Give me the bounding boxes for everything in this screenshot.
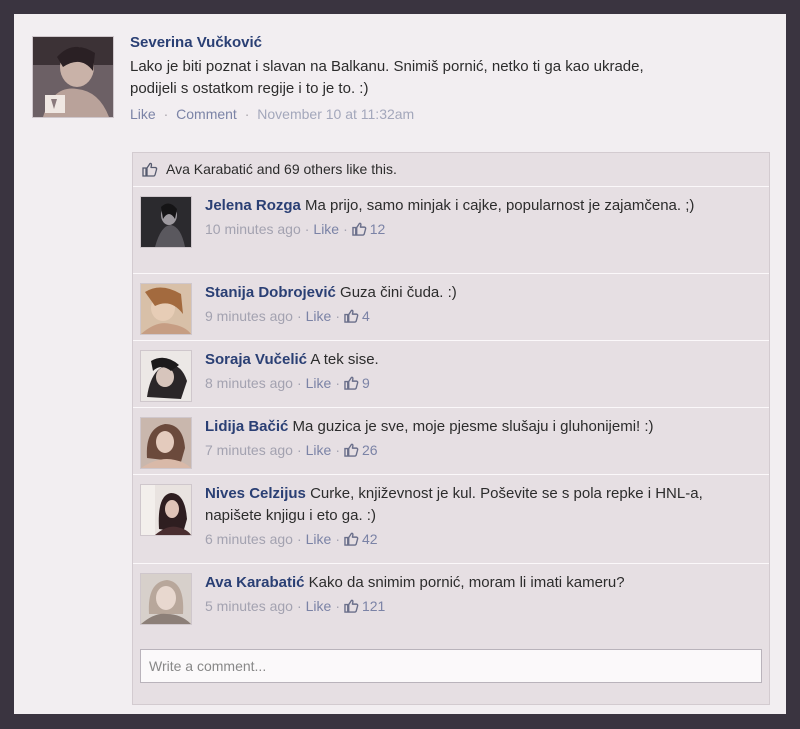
comment-like-link[interactable]: Like <box>306 442 332 458</box>
separator: · <box>304 221 310 237</box>
comment-like-count[interactable]: 42 <box>362 531 378 547</box>
separator: · <box>296 598 302 614</box>
comment-like-count[interactable]: 4 <box>362 308 370 324</box>
thumbs-up-icon <box>352 222 367 236</box>
comment-input-box[interactable] <box>140 649 762 683</box>
commenter-name[interactable]: Nives Celzijus <box>205 485 306 502</box>
comment-like-count[interactable]: 26 <box>362 442 378 458</box>
post-card: Severina Vučković Lako je biti poznat i … <box>14 14 786 714</box>
commenter-name[interactable]: Stanija Dobrojević <box>205 284 336 301</box>
avatar-photo <box>141 351 191 401</box>
post-like-link[interactable]: Like <box>130 106 156 122</box>
comment-like-link[interactable]: Like <box>306 531 332 547</box>
thumbs-up-icon <box>142 162 158 177</box>
separator: · <box>335 531 340 547</box>
thumbs-up-icon <box>344 376 359 390</box>
commenter-name[interactable]: Ava Karabatić <box>205 574 305 591</box>
thumbs-up-icon <box>344 309 359 323</box>
comment-timestamp[interactable]: 5 minutes ago <box>205 598 293 614</box>
comment-like-count[interactable]: 9 <box>362 375 370 391</box>
commenter-name[interactable]: Jelena Rozga <box>205 197 301 214</box>
commenter-avatar[interactable] <box>140 350 192 402</box>
post-author-avatar[interactable] <box>32 36 114 118</box>
commenter-avatar[interactable] <box>140 196 192 248</box>
post-text-line-1: Lako je biti poznat i slavan na Balkanu.… <box>130 58 644 75</box>
comment-item: Soraja Vučelić A tek sise. 8 minutes ago… <box>133 341 769 408</box>
avatar-photo <box>33 37 113 117</box>
separator: · <box>335 598 340 614</box>
separator: · <box>335 375 340 391</box>
separator: · <box>296 308 302 324</box>
commenter-name[interactable]: Lidija Bačić <box>205 418 288 435</box>
post-author-name[interactable]: Severina Vučković <box>130 34 768 52</box>
comment-meta: 8 minutes ago · Like · 9 <box>205 375 755 391</box>
separator: · <box>296 375 302 391</box>
comment-like-link[interactable]: Like <box>306 375 332 391</box>
post-actions: Like · Comment · November 10 at 11:32am <box>130 106 768 122</box>
comment-item: Stanija Dobrojević Guza čini čuda. :) 9 … <box>133 274 769 341</box>
comment-text-block: Lidija Bačić Ma guzica je sve, moje pjes… <box>205 416 755 438</box>
comment-meta: 5 minutes ago · Like · 121 <box>205 598 755 614</box>
separator: · <box>296 531 302 547</box>
comment-like-link[interactable]: Like <box>313 221 339 237</box>
likes-summary-row: Ava Karabatić and 69 others like this. <box>133 153 769 187</box>
avatar-photo <box>141 418 191 468</box>
comments-section: Ava Karabatić and 69 others like this. J… <box>132 152 770 705</box>
comment-item: Jelena Rozga Ma prijo, samo minjak i caj… <box>133 187 769 274</box>
comment-item: Nives Celzijus Curke, književnost je kul… <box>133 475 769 564</box>
post-text: Lako je biti poznat i slavan na Balkanu.… <box>130 56 768 100</box>
comment-like-count[interactable]: 121 <box>362 598 385 614</box>
thumbs-up-icon <box>344 599 359 613</box>
avatar-photo <box>141 485 191 535</box>
thumbs-up-icon <box>344 532 359 546</box>
commenter-name[interactable]: Soraja Vučelić <box>205 351 307 368</box>
comment-text: Ma guzica je sve, moje pjesme slušaju i … <box>292 418 654 435</box>
avatar-photo <box>141 284 191 334</box>
avatar-photo <box>141 197 191 247</box>
comment-timestamp[interactable]: 6 minutes ago <box>205 531 293 547</box>
avatar-photo <box>141 574 191 624</box>
comment-timestamp[interactable]: 9 minutes ago <box>205 308 293 324</box>
comment-text-block: Ava Karabatić Kako da snimim pornić, mor… <box>205 572 755 594</box>
separator: · <box>343 221 348 237</box>
separator: · <box>335 308 340 324</box>
commenter-avatar[interactable] <box>140 484 192 536</box>
separator: · <box>244 106 250 122</box>
comment-text: Kako da snimim pornić, moram li imati ka… <box>308 574 625 591</box>
separator: · <box>296 442 302 458</box>
comment-text: Guza čini čuda. :) <box>340 284 457 301</box>
comment-text: A tek sise. <box>310 351 379 368</box>
commenter-avatar[interactable] <box>140 417 192 469</box>
separator: · <box>335 442 340 458</box>
comment-item: Ava Karabatić Kako da snimim pornić, mor… <box>133 564 769 638</box>
comment-like-count[interactable]: 12 <box>370 221 386 237</box>
comment-item: Lidija Bačić Ma guzica je sve, moje pjes… <box>133 408 769 475</box>
separator: · <box>163 106 169 122</box>
commenter-avatar[interactable] <box>140 283 192 335</box>
commenter-avatar[interactable] <box>140 573 192 625</box>
comment-timestamp[interactable]: 10 minutes ago <box>205 221 301 237</box>
comment-meta: 10 minutes ago · Like · 12 <box>205 221 755 237</box>
comment-text-block: Soraja Vučelić A tek sise. <box>205 349 755 371</box>
comment-like-link[interactable]: Like <box>306 598 332 614</box>
comment-text-block: Jelena Rozga Ma prijo, samo minjak i caj… <box>205 195 755 217</box>
comment-text-block: Stanija Dobrojević Guza čini čuda. :) <box>205 282 755 304</box>
post-timestamp[interactable]: November 10 at 11:32am <box>257 106 414 122</box>
thumbs-up-icon <box>344 443 359 457</box>
post-text-line-2: podijeli s ostatkom regije i to je to. :… <box>130 80 369 97</box>
comment-timestamp[interactable]: 8 minutes ago <box>205 375 293 391</box>
comment-text-block: Nives Celzijus Curke, književnost je kul… <box>205 483 755 527</box>
comment-meta: 9 minutes ago · Like · 4 <box>205 308 755 324</box>
comment-input[interactable] <box>141 650 761 682</box>
comment-like-link[interactable]: Like <box>306 308 332 324</box>
comment-meta: 7 minutes ago · Like · 26 <box>205 442 755 458</box>
post-comment-link[interactable]: Comment <box>176 106 237 122</box>
likes-summary-text[interactable]: Ava Karabatić and 69 others like this. <box>166 153 397 186</box>
comment-text: Ma prijo, samo minjak i cajke, popularno… <box>305 197 695 214</box>
comment-timestamp[interactable]: 7 minutes ago <box>205 442 293 458</box>
comment-meta: 6 minutes ago · Like · 42 <box>205 531 755 547</box>
